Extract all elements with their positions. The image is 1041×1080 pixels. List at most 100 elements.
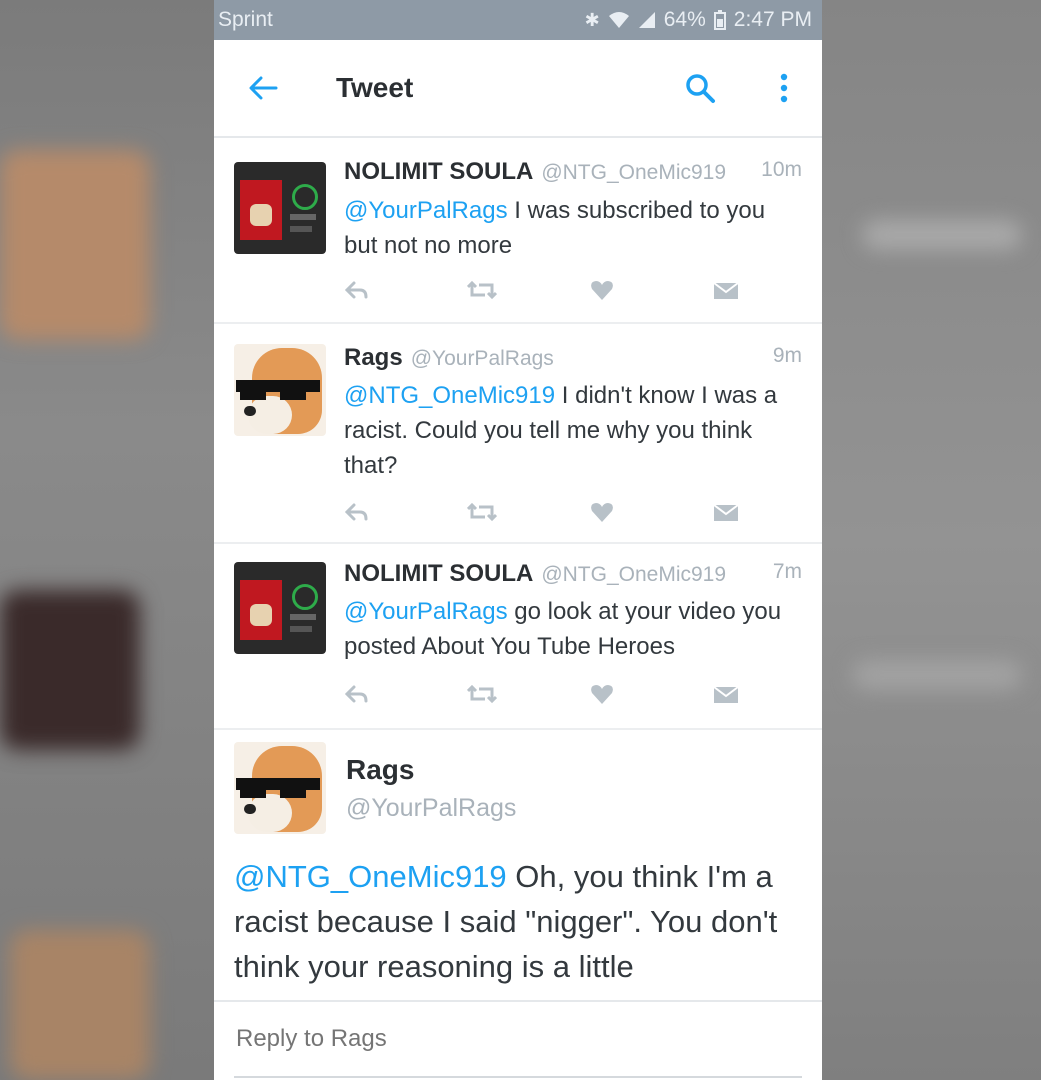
tweet-time: 9m <box>772 344 802 367</box>
display-name[interactable]: NOLIMIT SOULA <box>344 560 533 588</box>
tweet-actions <box>344 676 822 712</box>
blurred-text <box>862 220 1022 250</box>
reply-button[interactable] <box>344 494 467 530</box>
album-art-bar <box>290 226 312 232</box>
album-art-bar <box>290 214 316 220</box>
dog-muzzle <box>248 396 292 434</box>
phone-screen: Sprint ✱ 64% 2:47 PM Tweet NOLIMIT SOULA… <box>214 0 822 1080</box>
search-button[interactable] <box>676 64 724 112</box>
user-avatar[interactable] <box>234 162 326 254</box>
sunglasses-icon <box>236 778 320 790</box>
sunglasses-lens <box>240 784 266 798</box>
retweet-icon <box>467 502 497 522</box>
reply-button[interactable] <box>344 676 467 712</box>
album-art-figure <box>250 204 272 226</box>
like-icon <box>591 685 613 704</box>
search-icon <box>686 74 715 103</box>
reply-button[interactable] <box>344 272 467 308</box>
reply-tweet[interactable]: NOLIMIT SOULA @NTG_OneMic919 7m @YourPal… <box>214 544 822 730</box>
battery-percent: 64% <box>663 8 706 31</box>
like-button[interactable] <box>590 272 713 308</box>
album-art-bar <box>290 626 312 632</box>
sunglasses-lens <box>280 386 306 400</box>
retweet-button[interactable] <box>467 272 590 308</box>
user-avatar[interactable] <box>234 742 326 834</box>
dm-button[interactable] <box>713 494 822 530</box>
battery-icon <box>713 10 726 30</box>
like-icon <box>591 281 613 300</box>
tweet-text: @YourPalRags I was subscribed to you but… <box>344 193 794 263</box>
reply-tweet[interactable]: NOLIMIT SOULA @NTG_OneMic919 10m @YourPa… <box>214 138 822 324</box>
status-bar: Sprint ✱ 64% 2:47 PM <box>214 0 822 40</box>
tweet-time: 10m <box>761 158 802 181</box>
sunglasses-lens <box>280 784 306 798</box>
reply-bar <box>214 1000 822 1080</box>
mention-link[interactable]: @NTG_OneMic919 <box>344 382 555 409</box>
like-icon <box>591 503 613 522</box>
like-button[interactable] <box>590 676 713 712</box>
dm-button[interactable] <box>713 272 822 308</box>
dm-icon <box>713 686 739 703</box>
tweet-text: @YourPalRags go look at your video you p… <box>344 594 794 664</box>
sunglasses-lens <box>240 386 266 400</box>
dog-nose-icon <box>244 804 256 814</box>
tweet-time: 7m <box>772 560 802 583</box>
retweet-button[interactable] <box>467 494 590 530</box>
reply-icon <box>344 281 368 299</box>
back-arrow-icon <box>249 76 278 100</box>
signal-icon <box>638 12 655 28</box>
mention-link[interactable]: @YourPalRags <box>344 197 508 224</box>
tweet-header: NOLIMIT SOULA @NTG_OneMic919 7m <box>344 560 802 588</box>
more-options-button[interactable] <box>762 64 806 112</box>
blurred-avatar <box>10 930 150 1080</box>
blurred-avatar <box>0 150 150 340</box>
tweet-text: @NTG_OneMic919 Oh, you think I'm a racis… <box>234 854 804 989</box>
mention-link[interactable]: @YourPalRags <box>344 598 508 625</box>
dm-icon <box>713 282 739 299</box>
tweet-text: @NTG_OneMic919 I didn't know I was a rac… <box>344 378 794 483</box>
top-bar: Tweet <box>214 40 822 138</box>
like-button[interactable] <box>590 494 713 530</box>
user-handle[interactable]: @YourPalRags <box>346 794 516 823</box>
reply-icon <box>344 685 368 703</box>
user-handle[interactable]: @NTG_OneMic919 <box>541 563 726 587</box>
display-name[interactable]: Rags <box>344 344 403 372</box>
tweet-actions <box>344 272 822 308</box>
more-vertical-icon <box>780 73 788 103</box>
background-left <box>0 0 214 1080</box>
retweet-icon <box>467 280 497 300</box>
clock: 2:47 PM <box>733 8 812 31</box>
display-name[interactable]: Rags <box>346 754 414 786</box>
status-icons: ✱ 64% 2:47 PM <box>585 8 812 32</box>
background-right <box>822 0 1041 1080</box>
retweet-icon <box>467 684 497 704</box>
tweet-body: Oh, you think I'm a racist because I sai… <box>234 859 778 984</box>
user-handle[interactable]: @NTG_OneMic919 <box>541 161 726 185</box>
dog-muzzle <box>248 794 292 832</box>
blurred-avatar <box>0 590 140 750</box>
blurred-text <box>852 660 1022 690</box>
reply-tweet[interactable]: Rags @YourPalRags 9m @NTG_OneMic919 I di… <box>214 324 822 544</box>
dog-nose-icon <box>244 406 256 416</box>
user-avatar[interactable] <box>234 562 326 654</box>
retweet-button[interactable] <box>467 676 590 712</box>
dog-head-icon <box>252 746 322 832</box>
carrier-label: Sprint <box>218 8 273 31</box>
tweet-header: NOLIMIT SOULA @NTG_OneMic919 10m <box>344 158 802 186</box>
user-avatar[interactable] <box>234 344 326 436</box>
album-art-ring <box>292 184 318 210</box>
dm-button[interactable] <box>713 676 822 712</box>
back-button[interactable] <box>238 63 288 113</box>
tweet-actions <box>344 494 822 530</box>
reply-input[interactable] <box>234 1024 758 1054</box>
display-name[interactable]: NOLIMIT SOULA <box>344 158 533 186</box>
album-art-bar <box>290 614 316 620</box>
wifi-icon <box>608 12 629 28</box>
user-handle[interactable]: @YourPalRags <box>411 347 554 371</box>
dm-icon <box>713 504 739 521</box>
mention-link[interactable]: @NTG_OneMic919 <box>234 859 507 894</box>
tweet-header: Rags @YourPalRags 9m <box>344 344 802 372</box>
page-title: Tweet <box>336 72 414 103</box>
bluetooth-icon: ✱ <box>584 9 600 30</box>
reply-icon <box>344 503 368 521</box>
